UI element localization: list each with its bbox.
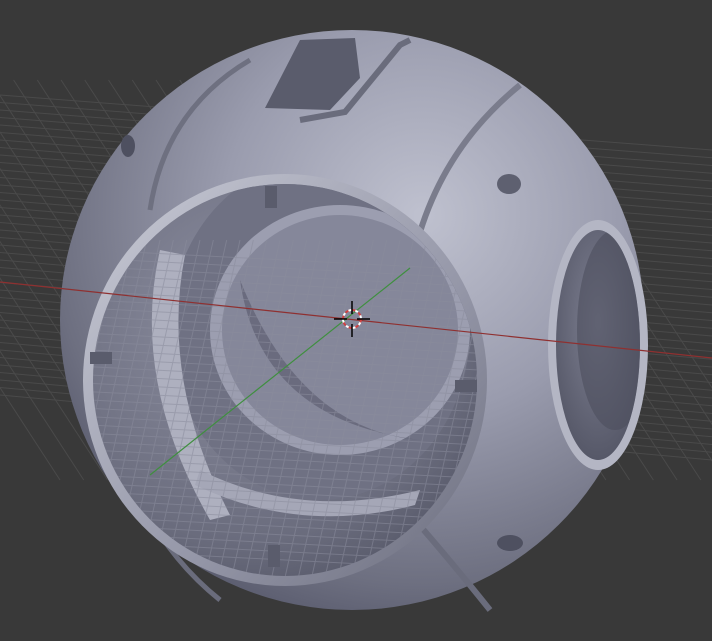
- screw-hole: [497, 174, 521, 194]
- rim-notch: [268, 545, 280, 567]
- rim-notch: [265, 186, 277, 208]
- rim-notch: [90, 352, 112, 364]
- grid-line: [0, 386, 61, 481]
- screw-hole: [121, 135, 135, 157]
- mesh-object[interactable]: [40, 30, 653, 612]
- screw-hole: [497, 535, 523, 551]
- 3d-viewport[interactable]: [0, 0, 712, 641]
- rim-notch: [455, 380, 477, 392]
